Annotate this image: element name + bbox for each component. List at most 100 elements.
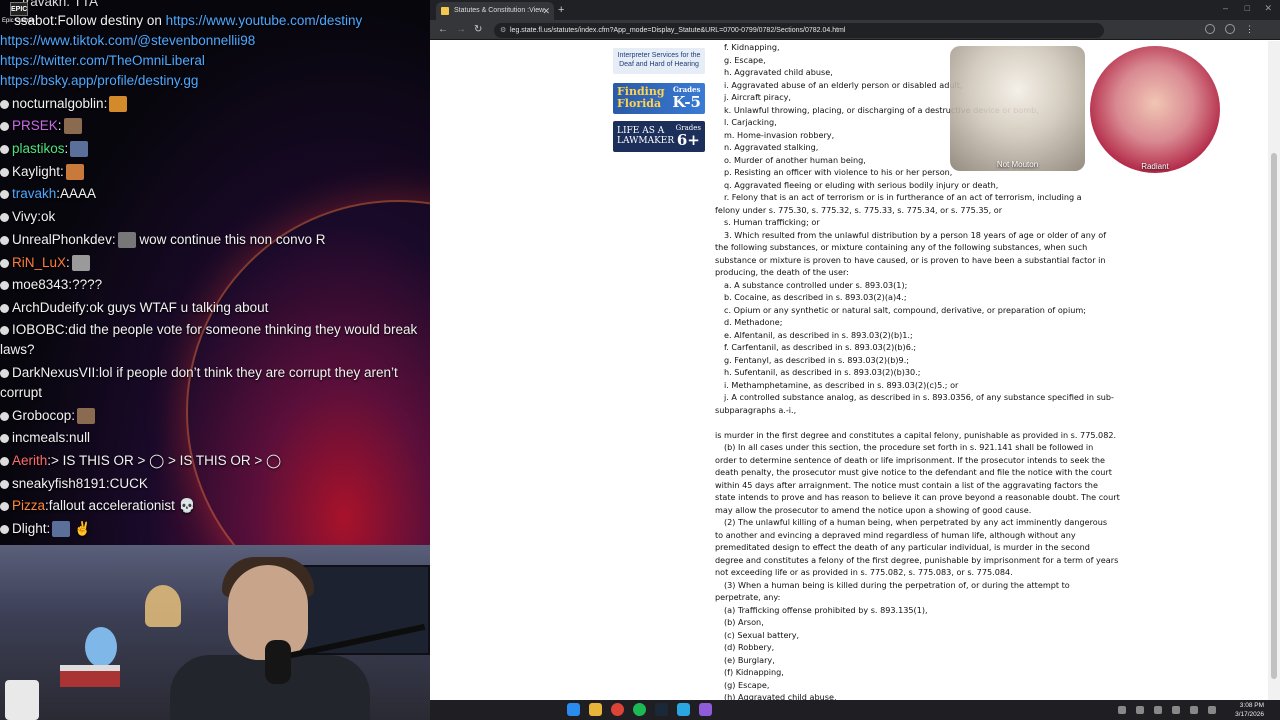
chat-username[interactable]: Kaylight — [12, 164, 60, 179]
interpreter-services-banner[interactable]: Interpreter Services for the Deaf and Ha… — [613, 48, 705, 74]
statute-line: producing, the death of the user: — [715, 267, 849, 277]
tray-icon[interactable] — [1118, 706, 1126, 714]
chat-username[interactable]: PRSEK — [12, 118, 58, 133]
chat-badge-icon — [0, 524, 9, 534]
statute-line: s. Human trafficking; or — [724, 217, 820, 227]
window-close-button[interactable]: ✕ — [1264, 3, 1272, 14]
back-button[interactable]: ← — [438, 23, 448, 37]
chat-username[interactable]: ArchDudeify — [12, 300, 86, 315]
chat-username[interactable]: Grobocop — [12, 408, 71, 423]
statute-line: r. Felony that is an act of terrorism or… — [724, 192, 1082, 202]
obs-icon[interactable] — [699, 703, 712, 716]
cam-plush — [85, 627, 117, 667]
chat-badge-icon — [0, 456, 9, 466]
tray-icon[interactable] — [1136, 706, 1144, 714]
chat-badge-icon — [0, 99, 9, 109]
statute-line: substance or mixture is proven to have c… — [715, 254, 1106, 265]
chat-separator: : — [66, 255, 70, 270]
telegram-icon[interactable] — [677, 703, 690, 716]
tab-statutes[interactable]: Statutes & Constitution :View ✕ — [436, 2, 554, 20]
chat-message: moe8343:???? — [0, 275, 428, 295]
statute-line: j. A controlled substance analog, as des… — [724, 392, 1114, 402]
youtube-link[interactable]: https://www.youtube.com/destiny — [166, 13, 363, 28]
statute-line: is murder in the first degree and consti… — [715, 429, 1117, 440]
scrollbar-thumb[interactable] — [1271, 153, 1277, 679]
chat-username[interactable]: moe8343 — [12, 277, 68, 292]
finding-florida-banner[interactable]: Finding Florida Grades K-5 — [613, 83, 705, 114]
maximize-button[interactable]: □ — [1245, 3, 1250, 13]
chat-username[interactable]: Aerith — [12, 453, 47, 468]
chat-username[interactable]: sneakyfish8191 — [12, 476, 106, 491]
tray-icon[interactable] — [1154, 706, 1162, 714]
chat-badge-icon — [0, 189, 9, 199]
file-explorer-icon[interactable] — [589, 703, 602, 716]
statute-line: (b) In all cases under this section, the… — [724, 442, 1094, 452]
chat-bot-message-line: https://bsky.app/profile/destiny.gg — [0, 71, 428, 91]
statute-line: state intends to prove and has reason to… — [715, 492, 1120, 502]
chat-username[interactable]: nocturnalgoblin — [12, 96, 104, 111]
spotify-icon[interactable] — [633, 703, 646, 716]
volume-icon[interactable] — [1208, 706, 1216, 714]
minimize-button[interactable]: – — [1223, 3, 1228, 13]
twitter-link[interactable]: https://twitter.com/TheOmniLiberal — [0, 53, 205, 68]
chat-message: sneakyfish8191:CUCK — [0, 474, 428, 494]
chat-username[interactable]: Pizza — [12, 498, 45, 513]
chat-username[interactable]: DarkNexusVII — [12, 365, 95, 380]
wifi-icon[interactable] — [1190, 706, 1198, 714]
chat-username[interactable]: incmeals — [12, 430, 65, 445]
chat-username[interactable]: RiN_LuX — [12, 255, 66, 270]
chat-username[interactable]: plastikos — [12, 141, 65, 156]
address-bar[interactable]: ⚙ leg.state.fl.us/statutes/index.cfm?App… — [494, 23, 1104, 38]
statute-line: f. Carfentanil, as described in s. 893.0… — [724, 342, 917, 352]
page-scrollbar[interactable] — [1268, 41, 1280, 700]
bsky-link[interactable]: https://bsky.app/profile/destiny.gg — [0, 73, 198, 88]
chat-text: Follow destiny on — [57, 13, 166, 28]
webcam-feed — [0, 545, 430, 720]
avatar-radiant: Radiant — [1090, 46, 1220, 173]
cam-books — [60, 665, 120, 687]
statute-line: (e) Burglary, — [724, 654, 775, 665]
statute-line: i. Methamphetamine, as described in s. 8… — [724, 379, 959, 390]
avatar-label: Not Mouton — [996, 160, 1039, 169]
profile-icon[interactable] — [1225, 24, 1235, 34]
chat-username[interactable]: Dlight — [12, 521, 47, 536]
site-info-icon[interactable]: ⚙ — [500, 23, 506, 38]
avatar-label: Radiant — [1141, 162, 1169, 171]
statute-line: q. Aggravated fleeing or eluding with se… — [724, 179, 999, 190]
start-icon[interactable] — [567, 703, 580, 716]
chat-emote-icon — [117, 232, 136, 249]
chat-text: wow continue this non convo R — [135, 232, 326, 247]
chat-message: travakh:AAAA — [0, 184, 428, 204]
statute-line: j. Aircraft piracy, — [724, 92, 792, 102]
chat-username[interactable]: IOBOBC — [12, 322, 65, 337]
statute-line: (h) Aggravated child abuse, — [724, 692, 837, 700]
chat-username[interactable]: Vivy — [12, 209, 37, 224]
statute-line: b. Cocaine, as described in s. 893.03(2)… — [724, 292, 907, 302]
chat-text: ok — [41, 209, 56, 224]
extension-icon[interactable] — [1205, 24, 1215, 34]
menu-icon[interactable]: ⋮ — [1245, 24, 1255, 34]
tab-close-icon[interactable]: ✕ — [542, 2, 550, 20]
epic-games-logo: EPIC Epic Games — [2, 2, 38, 38]
chat-message: Aerith:> IS THIS OR > ◯ > IS THIS OR > ◯ — [0, 451, 428, 471]
taskbar-clock[interactable]: 3:08 PM 3/17/2026 — [1235, 701, 1264, 719]
statute-line: p. Resisting an officer with violence to… — [724, 167, 953, 177]
statute-line: subparagraphs a.-i., — [715, 404, 797, 415]
chat-username[interactable]: travakh — [12, 186, 56, 201]
statute-line: d. Methadone; — [724, 317, 783, 327]
steam-icon[interactable] — [655, 703, 668, 716]
statute-line: g. Fentanyl, as described in s. 893.03(2… — [724, 354, 909, 365]
new-tab-button[interactable]: + — [558, 2, 564, 18]
chat-username[interactable]: UnrealPhonkdev — [12, 232, 112, 247]
stream-layout: EPIC Epic Games travakh: TTA ssabot:Foll… — [0, 0, 1280, 720]
tiktok-link[interactable]: https://www.tiktok.com/@stevenbonnellii9… — [0, 33, 255, 48]
reload-button[interactable]: ↻ — [474, 23, 482, 37]
life-as-lawmaker-banner[interactable]: LIFE AS A LAWMAKER Grades 6+ — [613, 121, 705, 152]
tray-icon[interactable] — [1172, 706, 1180, 714]
forward-button[interactable]: → — [456, 23, 466, 37]
chat-text: null — [69, 430, 91, 445]
chat-emote-icon — [77, 408, 96, 425]
chrome-icon[interactable] — [611, 703, 624, 716]
chat-badge-icon — [0, 501, 9, 511]
chat-badge-icon — [0, 144, 9, 154]
